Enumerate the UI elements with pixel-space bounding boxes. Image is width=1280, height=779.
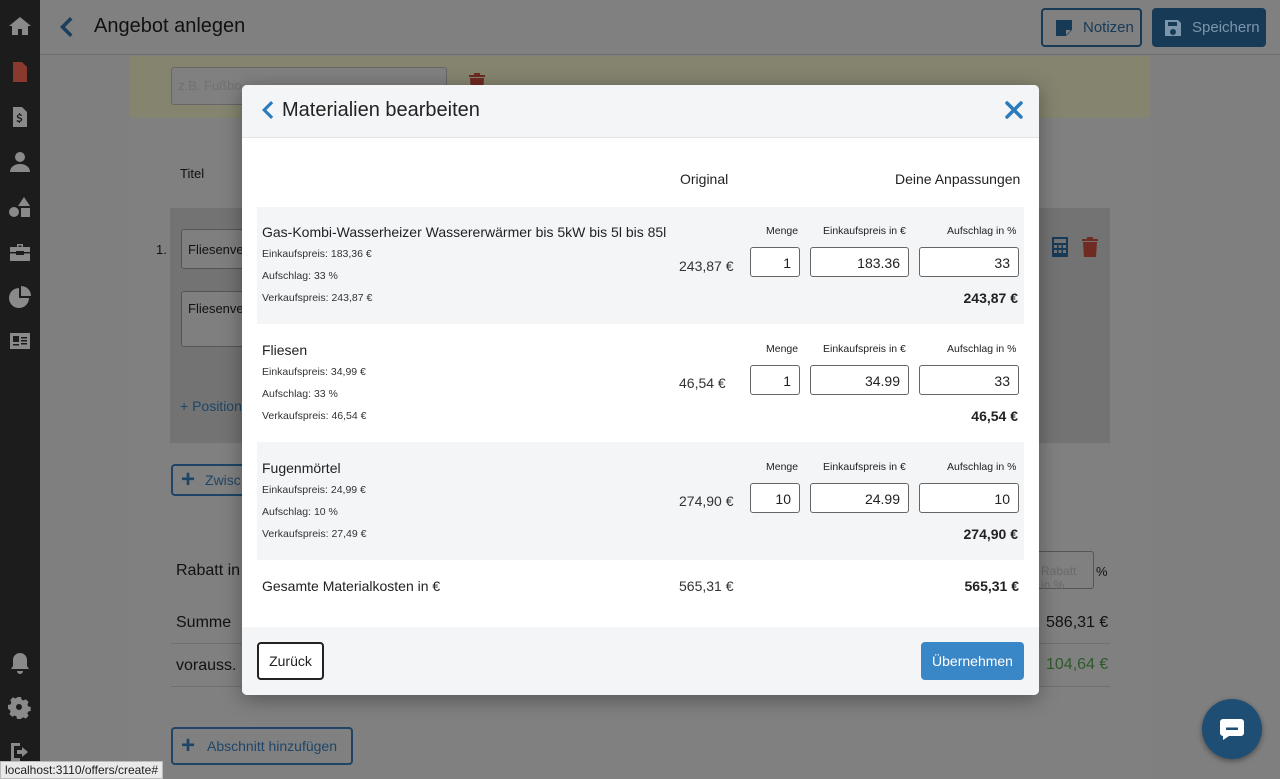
menge-input[interactable]: 10 — [750, 483, 800, 513]
aufschlag-label: Aufschlag in % — [947, 225, 1017, 237]
material-row: Fliesen Einkaufspreis: 34,99 € Aufschlag… — [257, 324, 1024, 442]
toolbox-icon[interactable] — [7, 239, 33, 265]
material-row: Fugenmörtel Einkaufspreis: 24,99 € Aufsc… — [257, 442, 1024, 560]
menge-input[interactable]: 1 — [750, 365, 800, 395]
material-verkauf: Verkaufspreis: 27,49 € — [262, 528, 367, 540]
back-button[interactable]: Zurück — [257, 642, 324, 680]
aufschlag-input[interactable]: 33 — [919, 247, 1019, 277]
material-aufschlag: Aufschlag: 33 % — [262, 270, 338, 282]
home-icon[interactable] — [7, 13, 33, 39]
einkauf-input[interactable]: 34.99 — [810, 365, 909, 395]
menge-label: Menge — [766, 343, 799, 355]
menge-input[interactable]: 1 — [750, 247, 800, 277]
top-bar: Angebot anlegen Notizen Speichern — [40, 0, 1280, 55]
einkauf-input[interactable]: 183.36 — [810, 247, 909, 277]
add-subtotal-label: Zwisc — [205, 472, 241, 488]
save-button[interactable]: Speichern — [1152, 8, 1266, 47]
einkauf-label: Einkaufspreis in € — [823, 225, 906, 237]
contact-card-icon[interactable] — [7, 328, 33, 354]
total-adjusted-value: 565,31 € — [964, 578, 1020, 594]
voraus-value: 104,64 € — [1046, 656, 1109, 673]
close-icon[interactable] — [1003, 99, 1025, 121]
materials-modal: Materialien bearbeiten Original Deine An… — [242, 85, 1039, 695]
summe-label: Summe — [176, 614, 232, 631]
total-material-cost-label: Gesamte Materialkosten in € — [262, 578, 441, 594]
modal-back-icon[interactable] — [260, 100, 274, 120]
add-section-button[interactable]: + Abschnitt hinzufügen — [171, 727, 353, 765]
modal-header: Materialien bearbeiten — [242, 85, 1039, 138]
material-einkauf: Einkaufspreis: 24,99 € — [262, 484, 366, 496]
plus-icon: + — [181, 466, 196, 493]
document-icon[interactable] — [7, 59, 33, 85]
calculator-icon[interactable] — [1051, 237, 1071, 257]
material-total: 46,54 € — [971, 408, 1018, 424]
position-description-field[interactable]: Fliesenve — [181, 291, 251, 347]
titel-column-label: Titel — [180, 166, 205, 181]
floppy-disk-icon — [1165, 19, 1181, 36]
material-einkauf: Einkaufspreis: 34,99 € — [262, 366, 366, 378]
einkauf-label: Einkaufspreis in € — [823, 461, 906, 473]
material-original-price: 243,87 € — [679, 258, 734, 274]
material-verkauf: Verkaufspreis: 243,87 € — [262, 292, 373, 304]
note-icon — [1056, 19, 1072, 36]
material-name: Fugenmörtel — [262, 460, 341, 476]
material-original-price: 46,54 € — [679, 375, 726, 391]
add-position-link[interactable]: + Position — [180, 398, 242, 414]
total-original-value: 565,31 € — [679, 578, 734, 594]
invoice-icon[interactable] — [7, 104, 33, 130]
notes-button-label: Notizen — [1083, 19, 1134, 36]
position-title-field[interactable]: Fliesenve — [181, 229, 251, 269]
aufschlag-label: Aufschlag in % — [947, 343, 1017, 355]
menge-label: Menge — [766, 461, 799, 473]
rabatt-input[interactable]: Rabatt in % — [1036, 551, 1094, 592]
summe-value: 586,31 € — [1046, 614, 1109, 631]
percent-sign: % — [1096, 564, 1108, 579]
column-adjustments: Deine Anpassungen — [895, 171, 1021, 187]
material-name: Gas-Kombi-Wasserheizer Wassererwärmer bi… — [262, 224, 667, 240]
bell-icon[interactable] — [7, 650, 33, 676]
einkauf-label: Einkaufspreis in € — [823, 343, 906, 355]
modal-title: Materialien bearbeiten — [282, 99, 480, 121]
add-section-label: Abschnitt hinzufügen — [207, 738, 337, 754]
material-aufschlag: Aufschlag: 10 % — [262, 506, 338, 518]
sidebar — [0, 0, 40, 779]
user-icon[interactable] — [7, 149, 33, 175]
material-aufschlag: Aufschlag: 33 % — [262, 388, 338, 400]
status-bar-url: localhost:3110/offers/create# — [0, 761, 163, 779]
page-title: Angebot anlegen — [94, 15, 246, 37]
material-name: Fliesen — [262, 342, 308, 358]
settings-icon[interactable] — [7, 694, 33, 720]
notes-button[interactable]: Notizen — [1041, 8, 1142, 47]
material-total: 274,90 € — [963, 526, 1019, 542]
column-original: Original — [680, 171, 729, 187]
material-einkauf: Einkaufspreis: 183,36 € — [262, 248, 372, 260]
back-chevron-icon[interactable] — [56, 15, 76, 39]
material-original-price: 274,90 € — [679, 493, 734, 509]
modal-footer: Zurück Übernehmen — [242, 627, 1039, 695]
pie-chart-icon[interactable] — [7, 284, 33, 310]
aufschlag-input[interactable]: 10 — [919, 483, 1019, 513]
chat-bubble-icon — [1220, 719, 1244, 740]
rabatt-label: Rabatt in — [176, 562, 241, 579]
add-subtotal-button[interactable]: + Zwisc — [171, 464, 251, 496]
material-verkauf: Verkaufspreis: 46,54 € — [262, 410, 367, 422]
material-total: 243,87 € — [963, 290, 1019, 306]
shapes-icon[interactable] — [7, 194, 33, 220]
aufschlag-label: Aufschlag in % — [947, 461, 1017, 473]
chat-button[interactable] — [1202, 699, 1262, 759]
einkauf-input[interactable]: 24.99 — [810, 483, 909, 513]
menge-label: Menge — [766, 225, 799, 237]
apply-button[interactable]: Übernehmen — [921, 642, 1024, 680]
material-row: Gas-Kombi-Wasserheizer Wassererwärmer bi… — [257, 207, 1024, 324]
voraus-label: vorauss. P — [176, 657, 252, 674]
position-trash-icon[interactable] — [1081, 237, 1101, 257]
aufschlag-input[interactable]: 33 — [919, 365, 1019, 395]
plus-icon: + — [181, 732, 196, 759]
position-number: 1. — [156, 242, 167, 257]
save-button-label: Speichern — [1192, 19, 1260, 36]
